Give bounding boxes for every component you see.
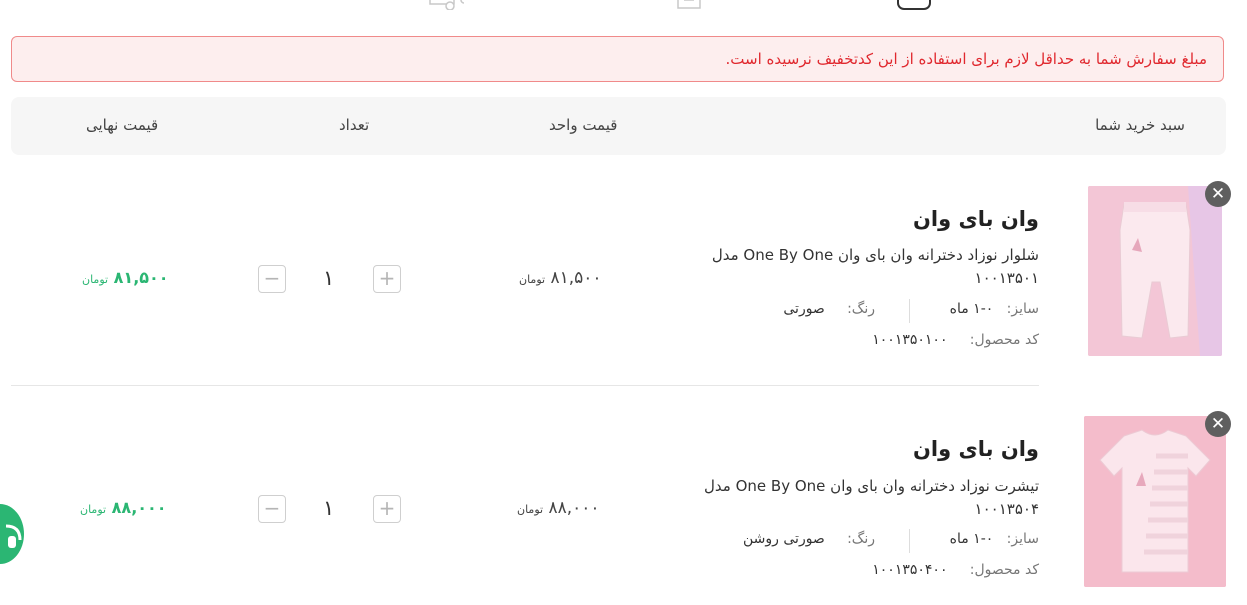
attr-divider: [909, 529, 910, 553]
product-color: رنگ: صورتی: [783, 301, 875, 317]
final-price: ۸۸,۰۰۰ تومان: [80, 498, 167, 517]
color-label: رنگ:: [847, 531, 875, 547]
headset-icon: [5, 524, 22, 548]
color-label: رنگ:: [847, 301, 875, 317]
color-value: صورتی روشن: [743, 531, 825, 547]
product-name[interactable]: شلوار نوزاد دخترانه وان بای وان One By O…: [679, 244, 1039, 290]
quantity-value: ۱: [323, 496, 335, 520]
tshirt-image: [1084, 416, 1226, 587]
quantity-value: ۱: [323, 266, 335, 290]
unit-price: ۸۱,۵۰۰ تومان: [519, 268, 602, 288]
support-chat-button[interactable]: [0, 504, 24, 564]
attr-divider: [909, 299, 910, 323]
increase-quantity-button[interactable]: +: [373, 495, 401, 523]
header-cart: سبد خرید شما: [1095, 116, 1185, 134]
remove-item-button[interactable]: ✕: [1205, 411, 1231, 437]
product-code: کد محصول: ۱۰۰۱۳۵۰۱۰۰: [872, 332, 1039, 348]
size-value: ۰-۱ ماه: [949, 301, 994, 317]
header-quantity: تعداد: [339, 116, 370, 134]
cart-item: ✕ وان بای وان تیشرت نوزاد دخترانه وان با…: [0, 405, 1247, 605]
final-price: ۸۱,۵۰۰ تومان: [82, 268, 169, 287]
product-brand: وان بای وان: [913, 207, 1039, 231]
product-color: رنگ: صورتی روشن: [743, 531, 875, 547]
product-image[interactable]: [1084, 416, 1226, 587]
product-name[interactable]: تیشرت نوزاد دخترانه وان بای وان One By O…: [679, 475, 1039, 521]
unit-price-currency: تومان: [519, 273, 546, 286]
color-value: صورتی: [783, 301, 825, 317]
product-image[interactable]: [1088, 186, 1222, 356]
decrease-quantity-button[interactable]: −: [258, 265, 286, 293]
unit-price: ۸۸,۰۰۰ تومان: [517, 498, 600, 518]
final-price-value: ۸۸,۰۰۰: [111, 498, 167, 517]
row-divider: [11, 385, 1039, 386]
product-size: سایز: ۰-۱ ماه: [950, 301, 1039, 317]
size-label: سایز:: [1006, 531, 1039, 547]
final-price-currency: تومان: [82, 273, 109, 286]
code-value: ۱۰۰۱۳۵۰۱۰۰: [872, 332, 948, 348]
decrease-quantity-button[interactable]: −: [258, 495, 286, 523]
final-price-currency: تومان: [80, 503, 107, 516]
discount-alert: مبلغ سفارش شما به حداقل لازم برای استفاد…: [11, 36, 1224, 82]
product-code: کد محصول: ۱۰۰۱۳۵۰۴۰۰: [872, 562, 1039, 578]
unit-price-value: ۸۸,۰۰۰: [548, 498, 600, 518]
delivery-step-icon: [429, 0, 464, 10]
header-final-price: قیمت نهایی: [86, 116, 159, 134]
unit-price-currency: تومان: [517, 503, 544, 516]
size-value: ۰-۱ ماه: [949, 531, 994, 547]
final-price-value: ۸۱,۵۰۰: [113, 268, 169, 287]
size-label: سایز:: [1006, 301, 1039, 317]
code-label: کد محصول:: [969, 332, 1039, 348]
code-value: ۱۰۰۱۳۵۰۴۰۰: [872, 562, 948, 578]
remove-item-button[interactable]: ✕: [1205, 181, 1231, 207]
code-label: کد محصول:: [969, 562, 1039, 578]
increase-quantity-button[interactable]: +: [373, 265, 401, 293]
checkout-step-icon: [677, 0, 701, 9]
alert-message: مبلغ سفارش شما به حداقل لازم برای استفاد…: [725, 50, 1207, 68]
cart-table-header: سبد خرید شما قیمت واحد تعداد قیمت نهایی: [11, 97, 1226, 155]
pants-image: [1088, 186, 1222, 356]
header-unit-price: قیمت واحد: [549, 116, 618, 134]
unit-price-value: ۸۱,۵۰۰: [550, 268, 602, 288]
cart-step-icon: [897, 0, 931, 10]
product-brand: وان بای وان: [913, 437, 1039, 461]
cart-item: ✕ وان بای وان شلوار نوزاد دخترانه وان با…: [0, 175, 1247, 375]
product-size: سایز: ۰-۱ ماه: [950, 531, 1039, 547]
